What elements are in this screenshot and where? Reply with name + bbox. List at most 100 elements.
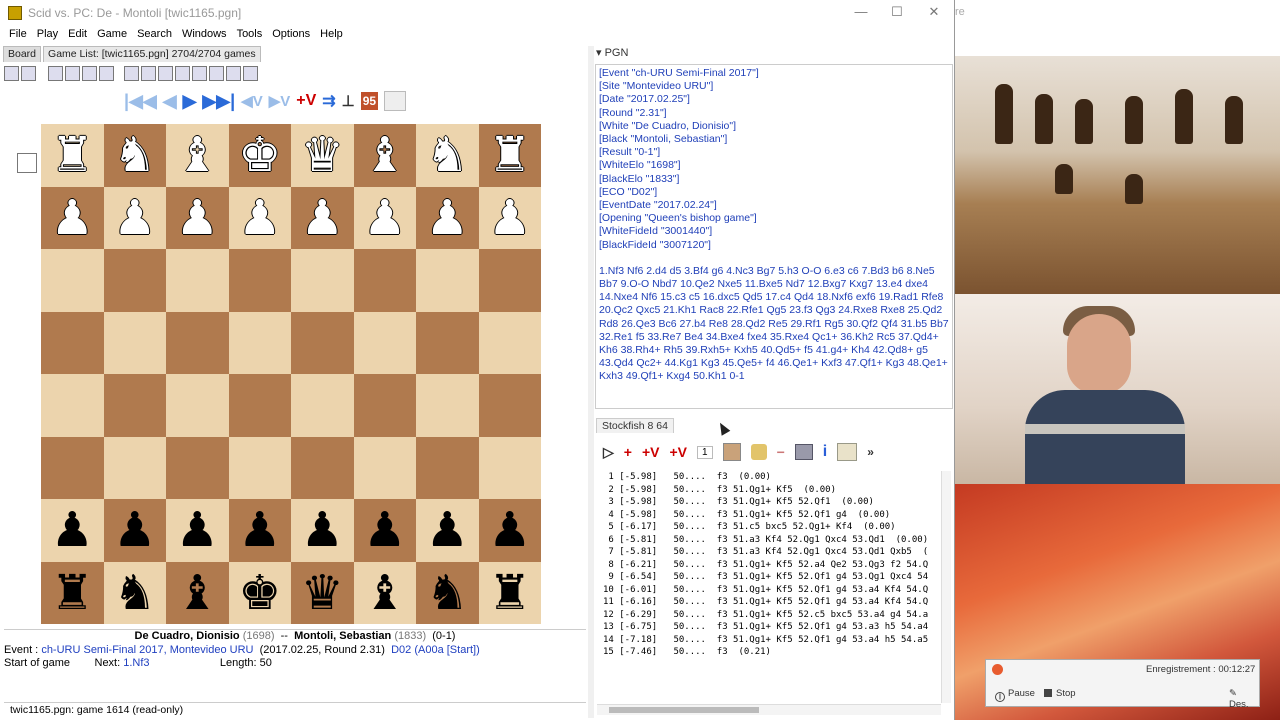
black-piece-icon[interactable]: ♟: [51, 506, 94, 554]
engine-line[interactable]: 4 [-5.98] 50.... f3 51.Qg1+ Kf5 52.Qf1 g…: [603, 509, 941, 522]
edit-icon[interactable]: [158, 65, 173, 81]
recorder-stop-button[interactable]: Stop: [1044, 688, 1076, 699]
pv-count-spinner[interactable]: 1: [697, 445, 713, 459]
flip-icon[interactable]: ⊥: [342, 92, 355, 110]
white-piece-icon[interactable]: ♟: [363, 194, 406, 242]
pgn-panel-header[interactable]: ▾ PGN: [596, 46, 628, 62]
engine-horizontal-scrollbar[interactable]: [597, 704, 941, 715]
board-square[interactable]: ♝: [353, 561, 416, 624]
board-square[interactable]: ♟: [353, 186, 416, 249]
white-player[interactable]: De Cuadro, Dionisio: [135, 630, 240, 642]
more-chevron-icon[interactable]: »: [867, 445, 874, 459]
close-button[interactable]: ✕: [915, 4, 953, 22]
menu-search[interactable]: Search: [132, 26, 177, 44]
engine-line[interactable]: 5 [-6.17] 50.... f3 51.c5 bxc5 52.Qg1+ K…: [603, 521, 941, 534]
pgn-tag[interactable]: [BlackFideId "3007120"]: [599, 239, 949, 252]
board-square[interactable]: ♝: [166, 561, 229, 624]
engine-line[interactable]: 7 [-5.81] 50.... f3 51.a3 Kf4 52.Qg1 Qxc…: [603, 546, 941, 559]
next-move-link[interactable]: 1.Nf3: [123, 657, 149, 669]
board-square[interactable]: [103, 374, 166, 437]
pgn-tag[interactable]: [WhiteElo "1698"]: [599, 159, 949, 172]
board-square[interactable]: [416, 249, 479, 312]
black-piece-icon[interactable]: ♟: [301, 506, 344, 554]
annotate-icon[interactable]: [837, 443, 858, 461]
board-square[interactable]: ♞: [416, 561, 479, 624]
board-square[interactable]: ♜: [478, 124, 541, 187]
white-piece-icon[interactable]: ♝: [363, 131, 406, 179]
pgn-tag[interactable]: [BlackElo "1833"]: [599, 173, 949, 186]
board-square[interactable]: ♟: [228, 499, 291, 562]
menu-file[interactable]: File: [4, 26, 32, 44]
menu-edit[interactable]: Edit: [63, 26, 92, 44]
pgn-window-icon[interactable]: [141, 65, 156, 81]
board-square[interactable]: ♞: [416, 124, 479, 187]
pgn-tag[interactable]: [ECO "D02"]: [599, 186, 949, 199]
black-piece-icon[interactable]: ♟: [426, 506, 469, 554]
pgn-tag[interactable]: [Site "Montevideo URU"]: [599, 80, 949, 93]
lock-icon[interactable]: [750, 444, 767, 460]
engine-line[interactable]: 14 [-7.18] 50.... f3 51.Qg1+ Kf5 52.Qf1 …: [603, 634, 941, 647]
board-square[interactable]: [228, 436, 291, 499]
board-square[interactable]: ♟: [166, 186, 229, 249]
record-icon[interactable]: [21, 65, 36, 81]
black-piece-icon[interactable]: ♟: [113, 506, 156, 554]
black-piece-icon[interactable]: ♝: [176, 569, 219, 617]
board-square[interactable]: [416, 436, 479, 499]
pgn-tag[interactable]: [Event "ch-URU Semi-Final 2017"]: [599, 67, 949, 80]
board-square[interactable]: ♟: [478, 186, 541, 249]
board-square[interactable]: [228, 311, 291, 374]
board-square[interactable]: [478, 311, 541, 374]
black-piece-icon[interactable]: ♚: [238, 569, 281, 617]
engine-line[interactable]: 12 [-6.29] 50.... f3 51.Qg1+ Kf5 52.c5 b…: [603, 609, 941, 622]
copy-icon[interactable]: [384, 91, 407, 111]
engine-add-all-variations-button[interactable]: +V: [669, 444, 687, 460]
board-square[interactable]: [291, 249, 354, 312]
indent-icon[interactable]: [48, 65, 63, 81]
tab-engine[interactable]: Stockfish 8 64: [596, 418, 674, 433]
menu-game[interactable]: Game: [92, 26, 132, 44]
board-square[interactable]: [41, 249, 104, 312]
save-icon[interactable]: [4, 65, 19, 81]
pgn-tag[interactable]: [Result "0-1"]: [599, 146, 949, 159]
board-square[interactable]: ♟: [41, 499, 104, 562]
menu-options[interactable]: Options: [267, 26, 315, 44]
white-piece-icon[interactable]: ♚: [238, 131, 281, 179]
board-square[interactable]: ♚: [228, 124, 291, 187]
board-square[interactable]: [228, 374, 291, 437]
list-indent-icon[interactable]: [82, 65, 97, 81]
engine-line[interactable]: 15 [-7.46] 50.... f3 (0.21): [603, 646, 941, 659]
board-square[interactable]: ♟: [166, 499, 229, 562]
back-button[interactable]: ◀: [163, 91, 177, 112]
board-square[interactable]: [291, 436, 354, 499]
board-square[interactable]: [478, 374, 541, 437]
black-piece-icon[interactable]: ♟: [176, 506, 219, 554]
engine-line[interactable]: 2 [-5.98] 50.... f3 51.Qg1+ Kf5 (0.00): [603, 484, 941, 497]
board-square[interactable]: [166, 249, 229, 312]
crosstable-icon[interactable]: [192, 65, 207, 81]
board-square[interactable]: [353, 311, 416, 374]
board-square[interactable]: ♟: [103, 186, 166, 249]
board-square[interactable]: [478, 436, 541, 499]
white-piece-icon[interactable]: ♟: [301, 194, 344, 242]
pgn-tag[interactable]: [Round "2.31"]: [599, 107, 949, 120]
board-square[interactable]: ♜: [41, 561, 104, 624]
list-outdent-icon[interactable]: [99, 65, 114, 81]
pgn-tag[interactable]: [Black "Montoli, Sebastian"]: [599, 133, 949, 146]
engine-vertical-scrollbar[interactable]: [941, 471, 951, 703]
board-square[interactable]: ♟: [353, 499, 416, 562]
list-icon[interactable]: [65, 65, 80, 81]
board-square[interactable]: [103, 311, 166, 374]
white-piece-icon[interactable]: ♟: [176, 194, 219, 242]
board-square[interactable]: ♞: [103, 124, 166, 187]
remove-icon[interactable]: −: [777, 444, 785, 460]
board-square[interactable]: [41, 374, 104, 437]
pgn-tag[interactable]: [EventDate "2017.02.24"]: [599, 199, 949, 212]
pgn-moves[interactable]: 1.Nf3 Nf6 2.d4 d5 3.Bf4 g6 4.Nc3 Bg7 5.h…: [599, 265, 949, 384]
white-piece-icon[interactable]: ♞: [426, 131, 469, 179]
board-square[interactable]: ♟: [103, 499, 166, 562]
white-piece-icon[interactable]: ♞: [113, 131, 156, 179]
engine-line[interactable]: 1 [-5.98] 50.... f3 (0.00): [603, 471, 941, 484]
black-piece-icon[interactable]: ♟: [488, 506, 531, 554]
variation-enter-button[interactable]: ▶V: [269, 92, 291, 110]
white-piece-icon[interactable]: ♜: [488, 131, 531, 179]
